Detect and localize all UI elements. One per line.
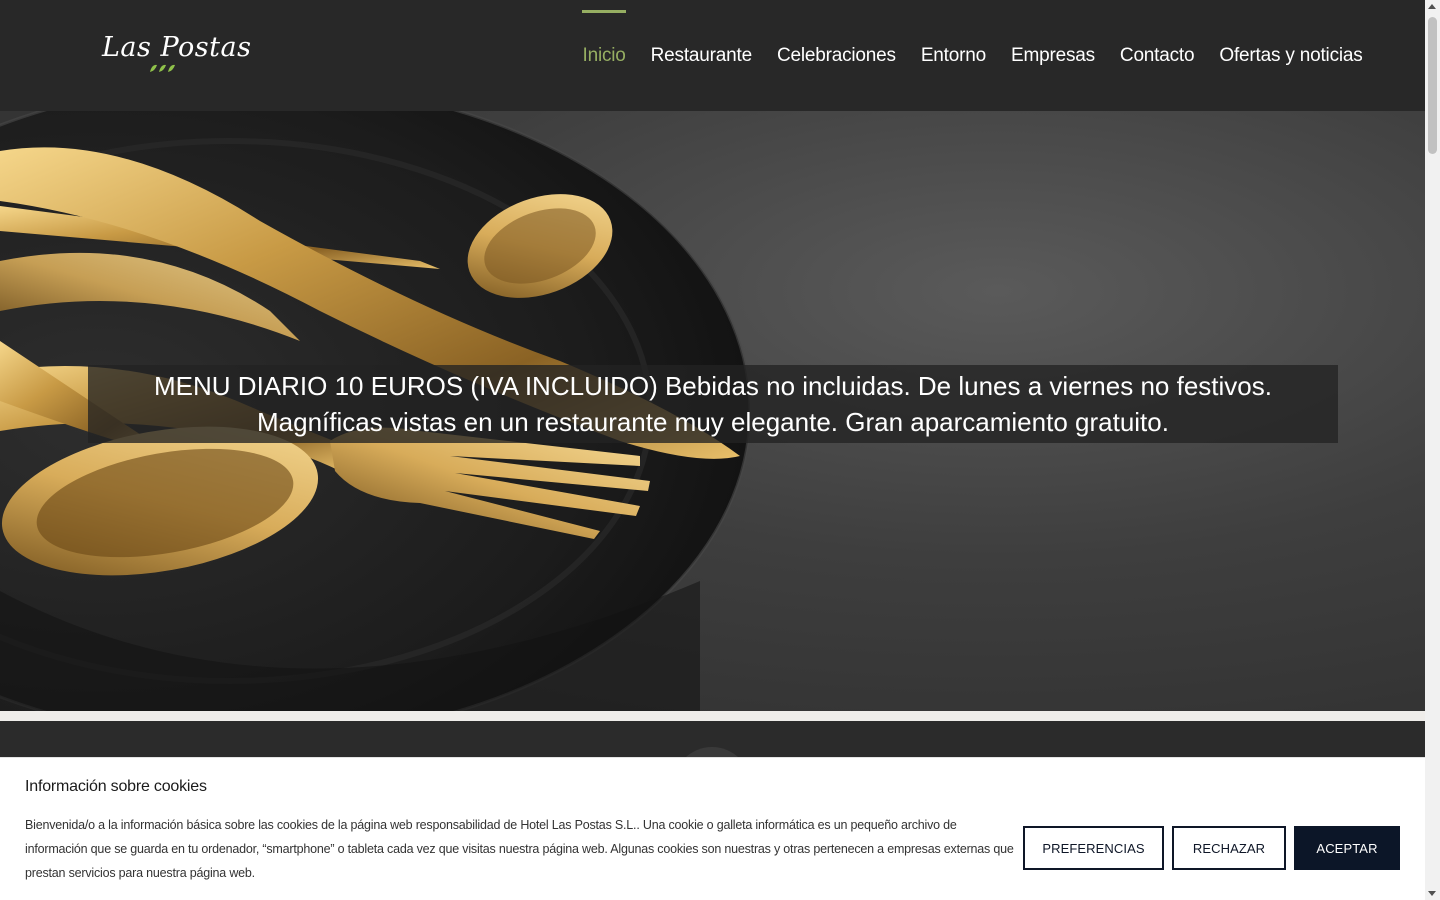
preferences-button[interactable]: PREFERENCIAS bbox=[1023, 826, 1164, 870]
nav-item-empresas[interactable]: Empresas bbox=[998, 0, 1107, 111]
page: Las Postas Inicio Restaurante Celebracio… bbox=[0, 0, 1440, 900]
nav-item-ofertas[interactable]: Ofertas y noticias bbox=[1207, 0, 1375, 111]
cookie-title: Información sobre cookies bbox=[25, 778, 207, 795]
scroll-down-icon[interactable] bbox=[1428, 891, 1436, 896]
scroll-up-icon[interactable] bbox=[1428, 4, 1436, 9]
hero-caption: MENU DIARIO 10 EUROS (IVA INCLUIDO) Bebi… bbox=[88, 365, 1338, 443]
cookie-text: Bienvenida/o a la información básica sob… bbox=[25, 818, 1014, 880]
accept-button[interactable]: ACEPTAR bbox=[1294, 826, 1400, 870]
cookie-banner: Información sobre cookies Bienvenida/o a… bbox=[0, 757, 1425, 900]
logo-text: Las Postas bbox=[102, 32, 252, 63]
logo[interactable]: Las Postas bbox=[96, 28, 251, 80]
nav-item-inicio[interactable]: Inicio bbox=[570, 0, 638, 111]
scrollbar[interactable] bbox=[1425, 0, 1440, 900]
nav-item-contacto[interactable]: Contacto bbox=[1107, 0, 1206, 111]
main-nav: Inicio Restaurante Celebraciones Entorno… bbox=[570, 0, 1375, 111]
nav-item-entorno[interactable]: Entorno bbox=[908, 0, 998, 111]
hero-slider: MENU DIARIO 10 EUROS (IVA INCLUIDO) Bebi… bbox=[0, 111, 1425, 711]
leaves-icon bbox=[150, 64, 175, 72]
site-header: Las Postas Inicio Restaurante Celebracio… bbox=[0, 0, 1425, 111]
nav-item-celebraciones[interactable]: Celebraciones bbox=[764, 0, 908, 111]
scrollbar-thumb[interactable] bbox=[1428, 17, 1437, 154]
section-divider bbox=[0, 711, 1425, 721]
nav-item-restaurante[interactable]: Restaurante bbox=[638, 0, 764, 111]
reject-button[interactable]: RECHAZAR bbox=[1172, 826, 1286, 870]
